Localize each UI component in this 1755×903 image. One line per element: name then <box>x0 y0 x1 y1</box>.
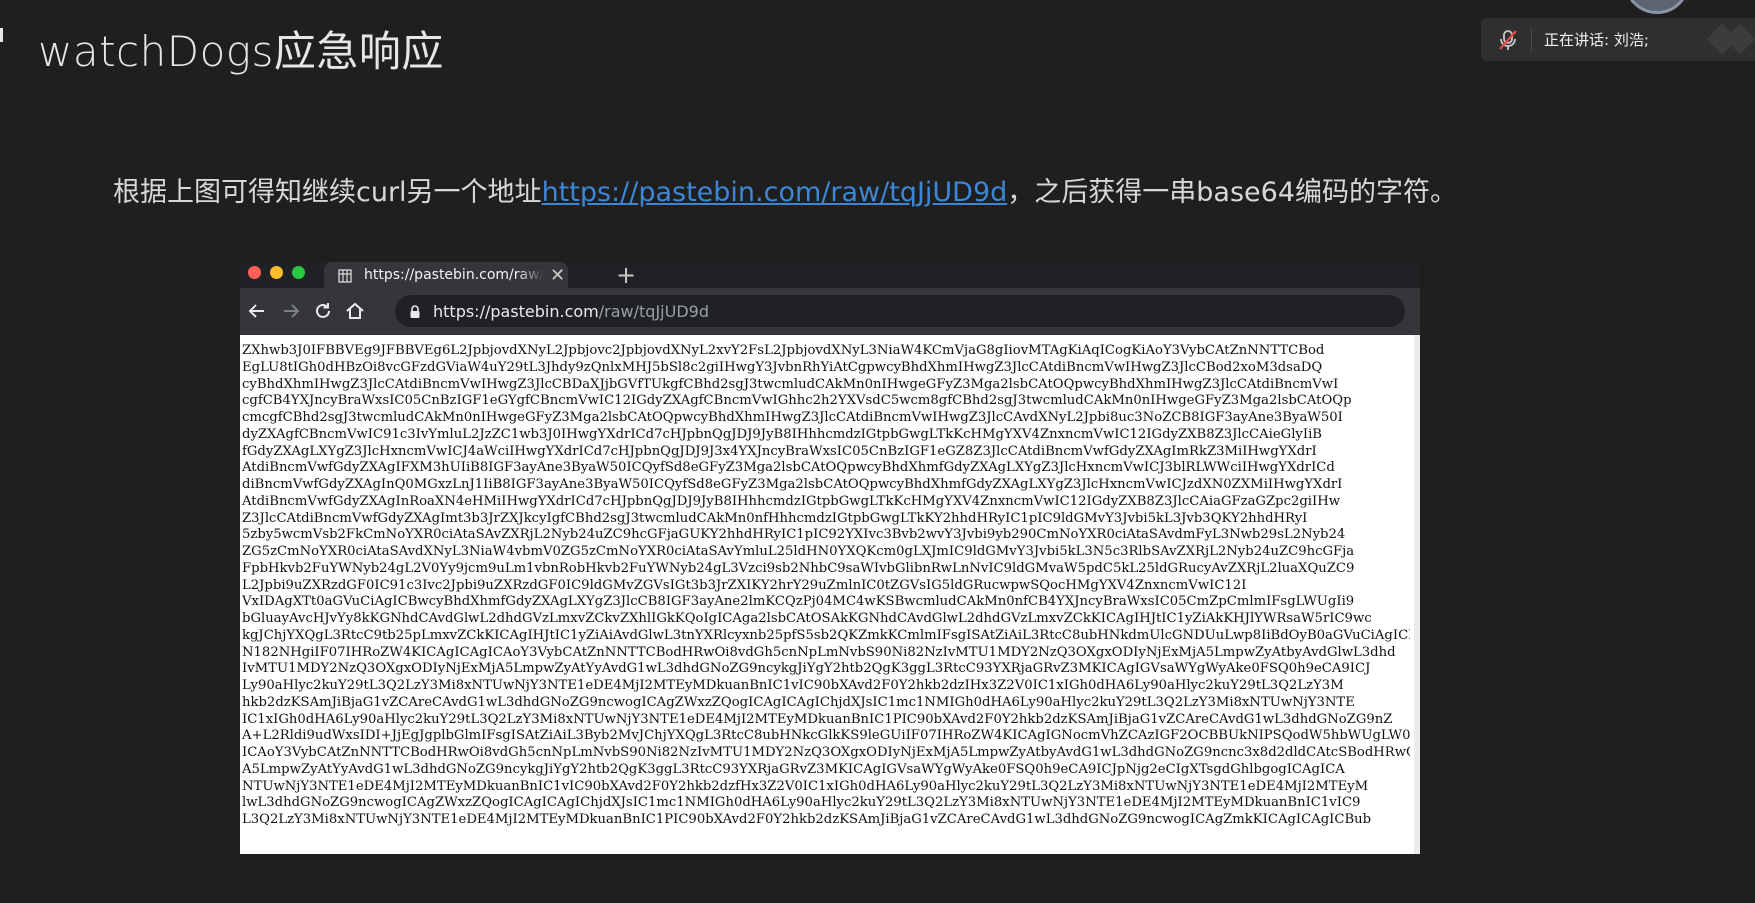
content-line: IC1xIGh0dHA6Ly90aHlyc2kuY29tL3Q2LzY3Mi8x… <box>242 711 1393 727</box>
mic-muted-icon[interactable] <box>1495 27 1521 53</box>
content-line: NTUwNjY3NTE1eDE4MjI2MTEyMDkuanBnIC1vIC90… <box>242 778 1369 794</box>
content-line: N182NHgiIF07IHRoZW4KICAgICAgICAoY3VybCAt… <box>242 644 1396 660</box>
address-path: /raw/tqJjUD9d <box>598 301 709 321</box>
content-line: VxIDAgXTt0aGVuCiAgICBwcyBhdXhmfGdyZXAgLX… <box>242 594 1355 610</box>
content-line: ZG5zCmNoYXR0ciAtaSAvdXNyL3NiaW4vbmV0ZG5z… <box>242 544 1355 559</box>
content-line: lwL3dhdGNoZG9ncwogICAgZWxzZQogICAgICAgIC… <box>242 795 1361 811</box>
scrollbar[interactable] <box>1414 335 1420 854</box>
forward-icon[interactable] <box>280 300 302 322</box>
content-line: AtdiBncmVwfGdyZXAgInRoaXN4eHMiIHwgYXdrIC… <box>242 493 1341 509</box>
content-line: kgJChjYXQgL3RtcC9tb25pLmxvZCkKICAgIHJtIC… <box>242 627 1410 643</box>
back-icon[interactable] <box>246 300 268 322</box>
content-line: EgLU8tIGh0dHBzOi8vcGFzdGViaW4uY29tL3Jhdy… <box>242 359 1323 375</box>
content-line: 5zby5wcmVsb2FkCmNoYXR0ciAtaSAvZXRjL2Nyb2… <box>242 527 1346 543</box>
content-line: ICAoY3VybCAtZnNNTTCBodHRwOi8vdGh5cnNpLmN… <box>242 745 1410 760</box>
avatar[interactable] <box>1624 0 1690 14</box>
content-line: A5LmpwZyAtYyAvdG1wL3dhdGNoZG9ncykgJiYgY2… <box>242 761 1345 777</box>
content-line: IvMTU1MDY2NzQ3OXgxODIyNjExMjA5LmpwZyAtYy… <box>242 661 1371 677</box>
content-line: L3Q2LzY3Mi8xNTUwNjY3NTE1eDE4MjI2MTEyMDku… <box>242 812 1372 827</box>
content-line: dyZXAgfCBncmVwIC91c3IvYmluL2JzZC1wb3J0IH… <box>242 426 1322 442</box>
content-line: bGluayAvcHJvYy8kKGNhdCAvdGlwL2dhdGVzLmxv… <box>242 611 1372 626</box>
content-line: AtdiBncmVwfGdyZXAgIFXM3hUIiB8IGF3ayAne3B… <box>242 460 1335 476</box>
close-window-button[interactable] <box>248 266 261 279</box>
content-line: FpbHkvb2FuYWNyb24gL2V0Yy9jcm9uLm1vbnRobH… <box>242 560 1355 576</box>
minimize-window-button[interactable] <box>270 266 283 279</box>
content-line: hkb2dzKSAmJiBjaG1vZCAreCAvdG1wL3dhdGNoZG… <box>242 694 1355 710</box>
base64-content: ZXhwb3J0IFBBVEg9JFBBVEg6L2JpbjovdXNyL2Jp… <box>242 343 1410 829</box>
content-line: diBncmVwfGdyZXAgInQ0MGxzLnJ1IiB8IGF3ayAn… <box>242 477 1343 492</box>
speaking-label: 正在讲话: 刘浩; <box>1544 31 1649 49</box>
content-line: ZXhwb3J0IFBBVEg9JFBBVEg6L2JpbjovdXNyL2Jp… <box>242 343 1325 358</box>
new-tab-icon[interactable]: + <box>616 262 636 288</box>
page-title: watchDogs应急响应 <box>38 27 444 76</box>
content-line: A+L2Rldi9udWxsIDI+JjEgJgplbGlmIFsgISAtZi… <box>242 728 1410 744</box>
content-line: L2Jpbi9uZXRzdGF0IC91c3Ivc2Jpbi9uZXRzdGF0… <box>242 577 1247 593</box>
reload-icon[interactable] <box>312 300 334 322</box>
tab-strip: https://pastebin.com/raw/tqJjUD9d ✕ + <box>240 262 1420 288</box>
description-text-tail: ，之后获得一串base64编码的字符。 <box>1007 177 1457 208</box>
pastebin-link[interactable]: https://pastebin.com/raw/tqJjUD9d <box>542 177 1008 208</box>
divider <box>1531 27 1532 52</box>
close-icon[interactable]: ✕ <box>550 265 565 286</box>
description-text: 根据上图可得知继续curl另一个地址 <box>113 177 542 208</box>
tab-title: https://pastebin.com/raw/tqJjUD9d <box>364 267 544 283</box>
content-line: Z3JlcCAtdiBncmVwfGdyZXAgImt3b3JrZXJkcyIg… <box>242 510 1308 526</box>
address-host: https://pastebin.com <box>433 301 599 321</box>
title-bullet <box>0 28 3 42</box>
browser-toolbar: https://pastebin.com/raw/tqJjUD9d <box>240 288 1420 335</box>
content-line: cyBhdXhmIHwgZ3JlcCAtdiBncmVwIHwgZ3JlcCBD… <box>242 376 1339 392</box>
window-corner-decoration <box>1707 23 1755 55</box>
content-line: Ly90aHlyc2kuY29tL3Q2LzY3Mi8xNTUwNjY3NTE1… <box>242 678 1344 693</box>
browser-screenshot: https://pastebin.com/raw/tqJjUD9d ✕ + <box>240 262 1420 854</box>
pastebin-favicon-icon <box>338 268 352 283</box>
slide-description: 根据上图可得知继续curl另一个地址https://pastebin.com/r… <box>113 170 1457 209</box>
maximize-window-button[interactable] <box>292 266 305 279</box>
content-line: cmcgfCBhd2sgJ3twcmludCAkMn0nIHwgeGFyZ3Mg… <box>242 410 1343 425</box>
content-line: fGdyZXAgLXYgZ3JlcHxncmVwICJ4aWciIHwgYXdr… <box>242 443 1317 459</box>
content-line: cgfCB4YXJncyBraWxsIC05CnBzIGF1eGYgfCBncm… <box>242 393 1352 409</box>
home-icon[interactable] <box>344 300 366 322</box>
lock-icon <box>409 304 421 318</box>
address-bar[interactable]: https://pastebin.com/raw/tqJjUD9d <box>395 295 1405 327</box>
tab-pastebin[interactable]: https://pastebin.com/raw/tqJjUD9d ✕ <box>324 262 568 288</box>
